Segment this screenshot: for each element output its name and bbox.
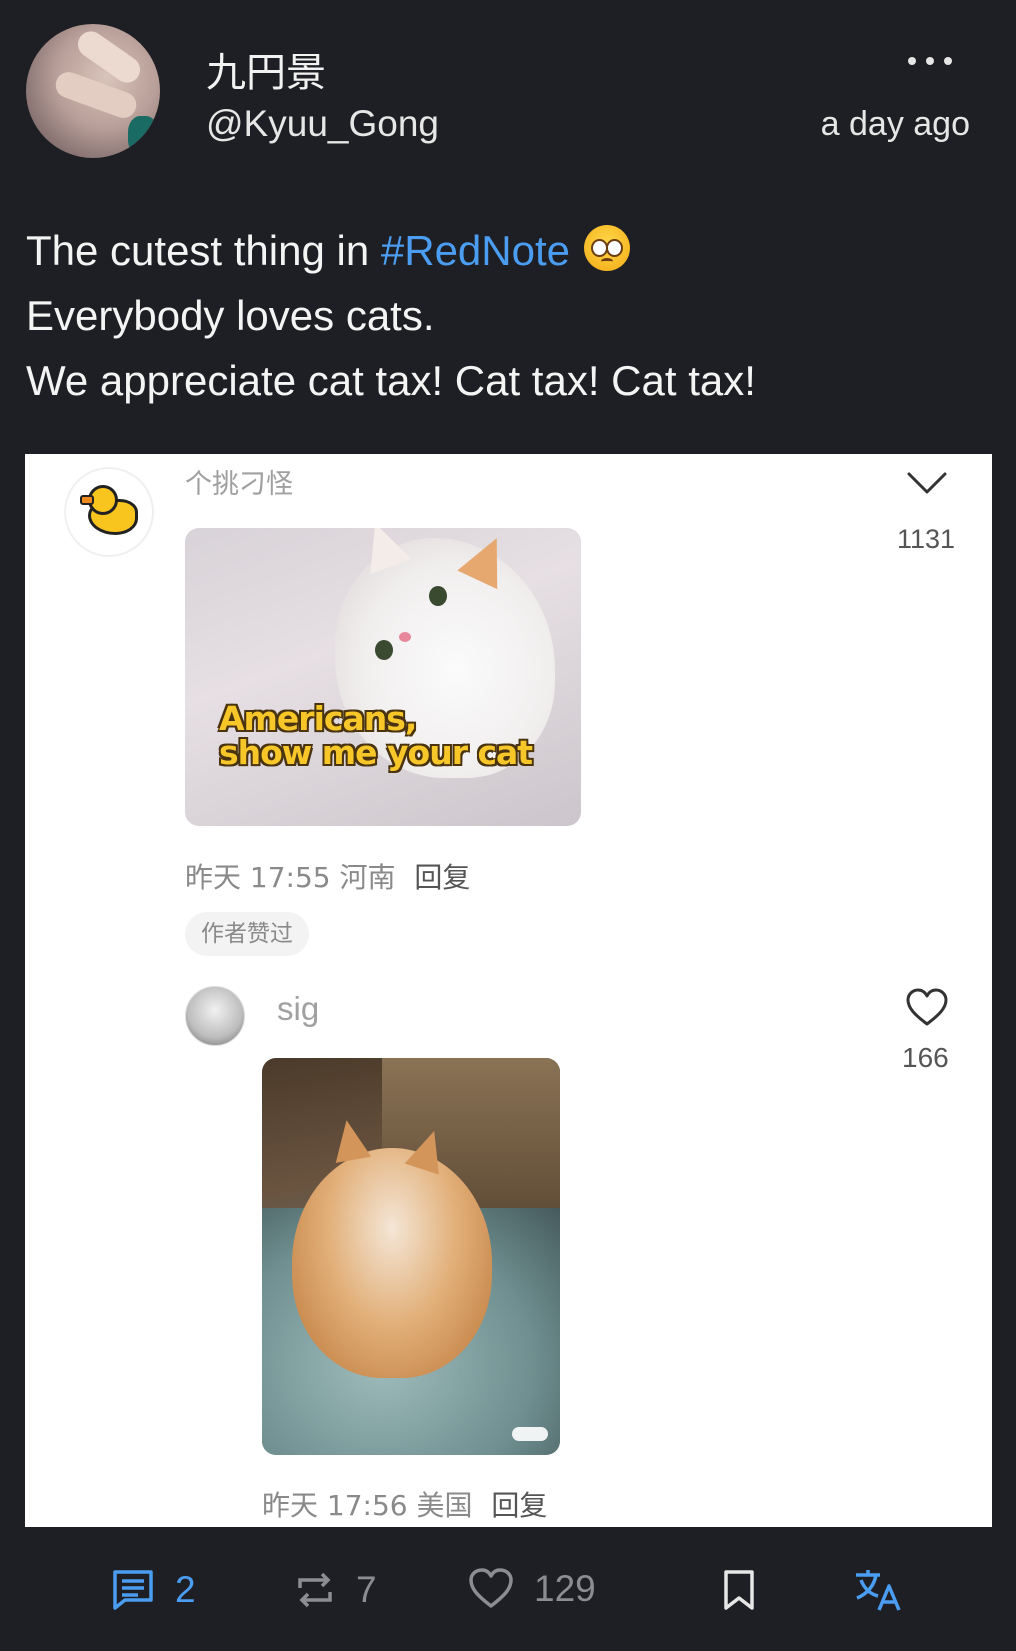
more-dot-icon (944, 57, 952, 65)
chevron-down-icon (907, 472, 947, 494)
cat-photo: Americans, show me your cat (185, 528, 581, 826)
image-caption-line: Americans, (219, 699, 417, 738)
bookmark-button[interactable] (722, 1568, 756, 1612)
user-avatar[interactable] (26, 24, 160, 158)
post-line-2: Everybody loves cats. (26, 292, 435, 339)
more-dot-icon (908, 57, 916, 65)
like-button[interactable]: 129 (468, 1568, 596, 1610)
post-text-segment: The cutest thing in (26, 227, 381, 274)
comment-username: sig (277, 990, 320, 1027)
display-name[interactable]: 九円景 (206, 40, 326, 98)
post-line-1: The cutest thing in #RedNote (26, 218, 756, 283)
translate-icon (856, 1570, 901, 1611)
repost-icon (298, 1572, 332, 1608)
bookmark-icon (724, 1570, 754, 1610)
comment-meta: 昨天 17:56 美国 回复 (262, 1484, 547, 1524)
translate-button[interactable] (852, 1566, 902, 1614)
hashtag-link[interactable]: #RedNote (381, 227, 570, 274)
repost-button[interactable]: 7 (294, 1568, 377, 1612)
comment-like-count: 166 (902, 1042, 949, 1073)
comment-username: 个挑刁怪 (185, 469, 293, 500)
user-handle[interactable]: @Kyuu_Gong (206, 103, 439, 145)
post-action-bar: 2 7 129 (0, 1560, 1016, 1630)
author-liked-badge: 作者赞过 (185, 912, 309, 956)
comment-location: 美国 (416, 1489, 473, 1522)
comment-button[interactable]: 2 (111, 1568, 196, 1612)
watermark (512, 1427, 548, 1441)
comment-reply: 回复 (491, 1489, 548, 1522)
post-timestamp: a day ago (820, 105, 970, 143)
commenter-avatar (185, 986, 245, 1046)
repost-count: 7 (356, 1569, 377, 1610)
image-caption-line: show me your cat (219, 733, 533, 772)
comment-meta: 昨天 17:55 河南 回复 (185, 856, 470, 896)
comment-count: 2 (175, 1569, 196, 1610)
pleading-face-emoji-icon (584, 225, 630, 271)
embedded-screenshot[interactable]: 个挑刁怪 1131 Americans, show me your cat 昨天… (25, 454, 992, 1527)
heart-icon (906, 988, 948, 1026)
avatar-photo-accent (128, 116, 158, 156)
comment-reply: 回复 (414, 861, 471, 894)
more-options-button[interactable] (908, 52, 962, 70)
duck-avatar (65, 468, 153, 556)
comment-location: 河南 (339, 861, 396, 894)
more-dot-icon (926, 57, 934, 65)
post-body: The cutest thing in #RedNote Everybody l… (26, 218, 756, 413)
like-count: 129 (534, 1568, 596, 1609)
heart-icon (469, 1568, 513, 1608)
comment-time: 昨天 17:56 (262, 1489, 408, 1522)
comment-icon (113, 1570, 153, 1610)
comment-like-count: 1131 (897, 524, 956, 554)
post-line-3: We appreciate cat tax! Cat tax! Cat tax! (26, 357, 756, 404)
comment-time: 昨天 17:55 (185, 861, 331, 894)
cat-photo (262, 1058, 560, 1455)
image-caption: Americans, show me your cat (219, 699, 533, 772)
